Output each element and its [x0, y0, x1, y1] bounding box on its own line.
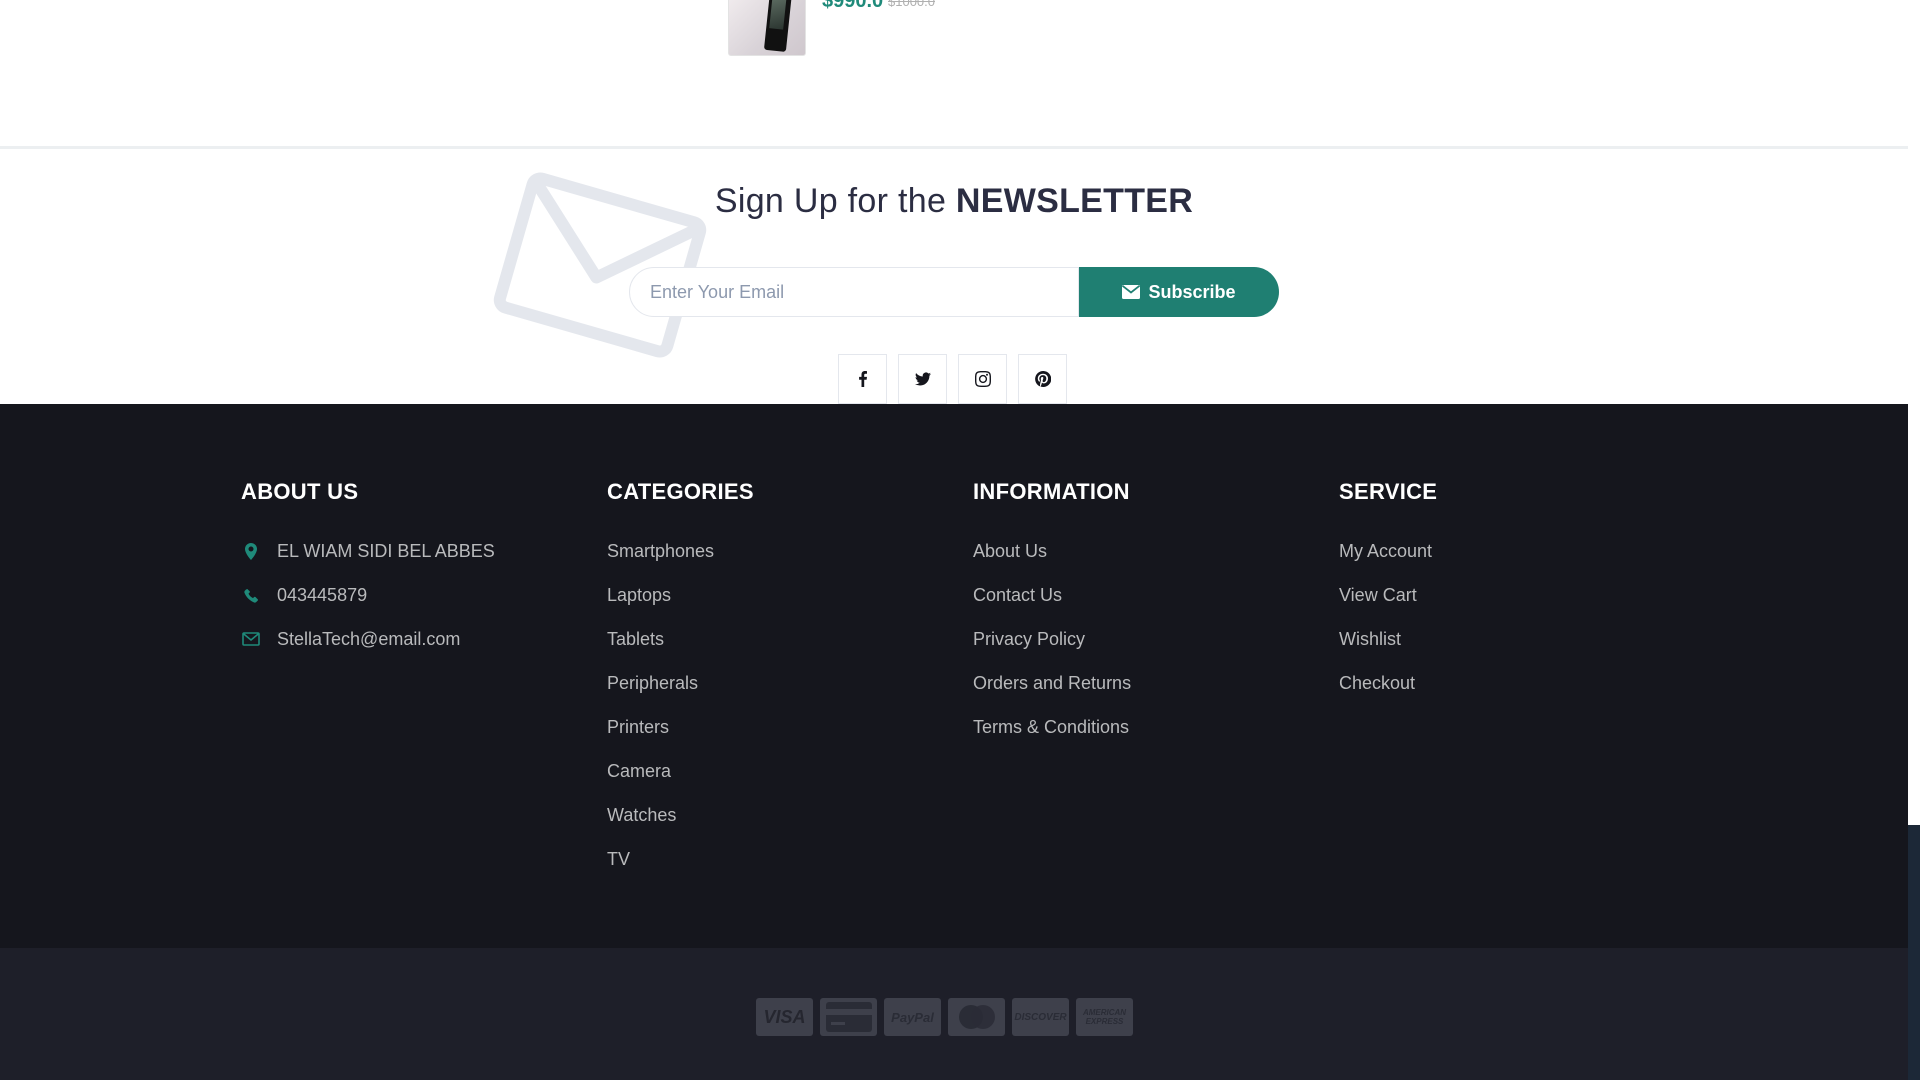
facebook-icon	[858, 371, 867, 387]
footer-link-category: Smartphones	[607, 529, 754, 573]
category-link-smartphones[interactable]: Smartphones	[607, 541, 714, 562]
product-old-price: $1000.0	[888, 0, 935, 9]
paypal-icon: PayPal	[884, 998, 941, 1036]
footer-link-info: Privacy Policy	[973, 617, 1131, 661]
footer-address-text: EL WIAM SIDI BEL ABBES	[277, 540, 495, 561]
footer-service-column: SERVICE My Account View Cart Wishlist Ch…	[1339, 479, 1437, 705]
product-thumbnail[interactable]	[728, 0, 806, 56]
twitter-icon	[914, 372, 931, 386]
footer-link-category: Tablets	[607, 617, 754, 661]
category-link-camera[interactable]: Camera	[607, 761, 671, 782]
footer-link-category: Peripherals	[607, 661, 754, 705]
info-link-privacy-policy[interactable]: Privacy Policy	[973, 629, 1085, 650]
footer-link-category: TV	[607, 837, 754, 881]
subscribe-label: Subscribe	[1148, 281, 1236, 302]
footer-about-column: ABOUT US EL WIAM SIDI BEL ABBES 04344587…	[241, 479, 495, 661]
footer-information-title: INFORMATION	[973, 479, 1130, 504]
envelope-icon	[241, 632, 261, 646]
footer-link-info: Terms & Conditions	[973, 705, 1131, 749]
twitter-link[interactable]	[898, 354, 947, 404]
scrollbar[interactable]	[1908, 0, 1920, 1080]
footer-link-category: Watches	[607, 793, 754, 837]
footer-about-title: ABOUT US	[241, 479, 359, 504]
social-links	[838, 354, 1067, 404]
footer-information-column: INFORMATION About Us Contact Us Privacy …	[973, 479, 1131, 749]
instagram-link[interactable]	[958, 354, 1007, 404]
footer-phone-text: 043445879	[277, 584, 368, 605]
facebook-link[interactable]	[838, 354, 887, 404]
footer-email: StellaTech@email.com	[241, 617, 495, 661]
footer-link-info: Orders and Returns	[973, 661, 1131, 705]
instagram-icon	[974, 371, 991, 387]
service-link-wishlist[interactable]: Wishlist	[1339, 629, 1401, 650]
scrollbar-thumb[interactable]	[1908, 825, 1920, 1080]
category-link-printers[interactable]: Printers	[607, 717, 669, 738]
discover-icon: DISCOVER	[1012, 998, 1069, 1036]
footer-categories-column: CATEGORIES Smartphones Laptops Tablets P…	[607, 479, 754, 881]
footer-link-category: Laptops	[607, 573, 754, 617]
envelope-icon	[1122, 285, 1141, 299]
product-strip: $990.0 $1000.0	[0, 0, 1908, 149]
footer-link-info: About Us	[973, 529, 1131, 573]
newsletter-title-lead: Sign Up for the	[714, 182, 956, 220]
american-express-icon: AMERICAN EXPRESS	[1076, 998, 1133, 1036]
phone-image	[763, 0, 793, 52]
newsletter-title: Sign Up for the NEWSLETTER	[0, 182, 1908, 221]
footer-email-text[interactable]: StellaTech@email.com	[277, 629, 460, 650]
category-link-watches[interactable]: Watches	[607, 805, 676, 826]
footer-link-service: My Account	[1339, 529, 1437, 573]
email-input[interactable]	[629, 267, 1079, 317]
info-link-terms[interactable]: Terms & Conditions	[973, 717, 1129, 738]
footer-link-service: Wishlist	[1339, 617, 1437, 661]
phone-icon	[241, 588, 261, 603]
footer-service-title: SERVICE	[1339, 479, 1438, 504]
payment-methods: VISA PayPal DISCOVER AMERICAN EXPRESS	[756, 998, 1133, 1036]
map-marker-icon	[241, 542, 261, 560]
category-link-laptops[interactable]: Laptops	[607, 585, 671, 606]
footer-categories-title: CATEGORIES	[607, 479, 754, 504]
product-price: $990.0	[822, 0, 884, 12]
footer-link-info: Contact Us	[973, 573, 1131, 617]
footer-link-category: Printers	[607, 705, 754, 749]
service-link-my-account[interactable]: My Account	[1339, 541, 1432, 562]
pinterest-link[interactable]	[1018, 354, 1067, 404]
credit-card-icon	[820, 998, 877, 1036]
footer-phone: 043445879	[241, 573, 495, 617]
footer-link-service: Checkout	[1339, 661, 1437, 705]
footer-link-service: View Cart	[1339, 573, 1437, 617]
mastercard-icon	[948, 998, 1005, 1036]
info-link-contact-us[interactable]: Contact Us	[973, 585, 1062, 606]
page: $990.0 $1000.0 Sign Up for the NEWSLETTE…	[0, 0, 1908, 1080]
info-link-about-us[interactable]: About Us	[973, 541, 1047, 562]
footer: ABOUT US EL WIAM SIDI BEL ABBES 04344587…	[0, 404, 1908, 948]
visa-icon: VISA	[756, 998, 813, 1036]
info-link-orders-returns[interactable]: Orders and Returns	[973, 673, 1131, 694]
category-link-tv[interactable]: TV	[607, 849, 630, 870]
category-link-tablets[interactable]: Tablets	[607, 629, 664, 650]
subscribe-button[interactable]: Subscribe	[1079, 267, 1279, 317]
pinterest-icon	[1034, 371, 1051, 387]
newsletter-title-strong: NEWSLETTER	[955, 182, 1194, 220]
footer-link-category: Camera	[607, 749, 754, 793]
footer-address: EL WIAM SIDI BEL ABBES	[241, 529, 495, 573]
service-link-checkout[interactable]: Checkout	[1339, 673, 1415, 694]
category-link-peripherals[interactable]: Peripherals	[607, 673, 698, 694]
service-link-view-cart[interactable]: View Cart	[1339, 585, 1417, 606]
